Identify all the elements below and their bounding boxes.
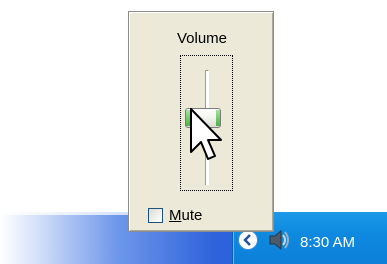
mute-checkbox[interactable]	[148, 208, 163, 223]
chevron-left-icon	[243, 234, 251, 246]
mouse-pointer-icon	[190, 108, 222, 160]
mute-label[interactable]: Mute	[169, 207, 202, 224]
speaker-icon[interactable]	[268, 229, 292, 251]
mute-accelerator: M	[169, 207, 182, 224]
clock[interactable]: 8:30 AM	[300, 234, 355, 251]
show-hidden-icons-button[interactable]	[238, 230, 258, 250]
mute-label-rest: ute	[181, 207, 203, 224]
volume-title: Volume	[176, 30, 228, 47]
